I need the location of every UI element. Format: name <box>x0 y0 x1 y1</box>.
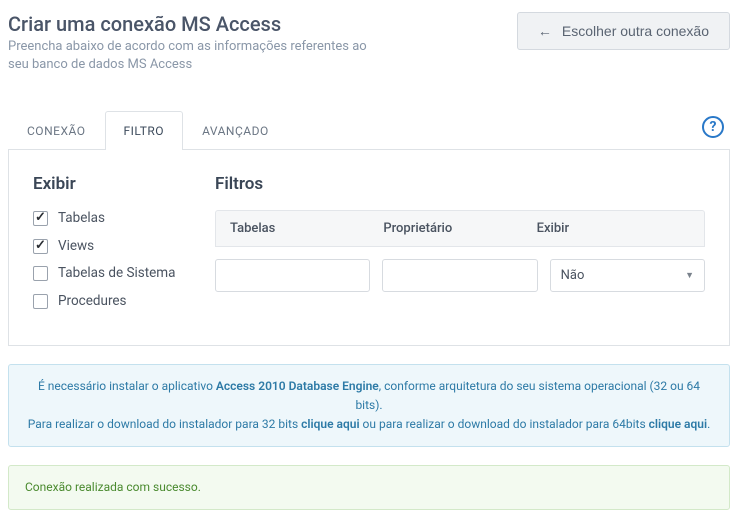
header-text-block: Criar uma conexão MS Access Preencha aba… <box>8 12 388 74</box>
page-header: Criar uma conexão MS Access Preencha aba… <box>8 8 730 82</box>
filtros-title: Filtros <box>215 174 705 194</box>
chevron-down-icon: ▼ <box>685 270 694 281</box>
info-alert: É necessário instalar o aplicativo Acces… <box>8 364 730 448</box>
col-header-proprietario: Proprietário <box>383 221 536 236</box>
checkbox-label: Tabelas <box>58 210 105 228</box>
info-line2-pre: Para realizar o download do instalador p… <box>28 417 301 431</box>
exibir-column: Exibir Tabelas Views Tabelas de Sistema … <box>33 174 183 320</box>
col-header-exibir: Exibir <box>537 221 690 236</box>
tabs: CONEXÃO FILTRO AVANÇADO ? <box>8 110 730 150</box>
exibir-select[interactable]: Não ▼ <box>550 259 705 292</box>
choose-other-label: Escolher outra conexão <box>562 23 709 39</box>
info-text-pre: É necessário instalar o aplicativo <box>38 379 216 393</box>
filter-panel: Exibir Tabelas Views Tabelas de Sistema … <box>8 150 730 345</box>
checkbox-procedures[interactable]: Procedures <box>33 293 183 311</box>
info-text-bold: Access 2010 Database Engine <box>216 379 379 393</box>
checkbox-label: Procedures <box>58 293 127 311</box>
arrow-left-icon: ← <box>538 23 552 39</box>
success-text: Conexão realizada com sucesso. <box>25 480 201 494</box>
download-32bit-link[interactable]: clique aqui <box>301 417 359 431</box>
page-subtitle: Preencha abaixo de acordo com as informa… <box>8 38 388 74</box>
info-line2-end: . <box>707 417 710 431</box>
checkbox-label: Tabelas de Sistema <box>58 265 175 283</box>
checkbox-tabelas-sistema[interactable]: Tabelas de Sistema <box>33 265 183 283</box>
download-64bit-link[interactable]: clique aqui <box>649 417 707 431</box>
info-text-post: , conforme arquitetura do seu sistema op… <box>355 379 700 412</box>
checkbox-views[interactable]: Views <box>33 238 183 256</box>
tabelas-input[interactable] <box>215 259 370 292</box>
col-header-tabelas: Tabelas <box>230 221 383 236</box>
info-line2-mid: ou para realizar o download do instalado… <box>360 417 649 431</box>
filter-table-row: Não ▼ <box>215 247 705 296</box>
checkbox-icon <box>33 266 48 281</box>
exibir-title: Exibir <box>33 174 183 194</box>
page-title: Criar uma conexão MS Access <box>8 12 388 36</box>
exibir-select-value: Não <box>561 268 585 283</box>
help-icon[interactable]: ? <box>702 116 724 138</box>
checkbox-tabelas[interactable]: Tabelas <box>33 210 183 228</box>
success-alert: Conexão realizada com sucesso. <box>8 465 730 510</box>
choose-other-connection-button[interactable]: ← Escolher outra conexão <box>517 12 730 50</box>
filtros-column: Filtros Tabelas Proprietário Exibir Não … <box>215 174 705 320</box>
proprietario-input[interactable] <box>382 259 537 292</box>
checkbox-icon <box>33 294 48 309</box>
tab-conexao[interactable]: CONEXÃO <box>8 111 105 150</box>
tab-avancado[interactable]: AVANÇADO <box>183 111 288 150</box>
checkbox-label: Views <box>58 238 94 256</box>
checkbox-icon <box>33 239 48 254</box>
checkbox-icon <box>33 211 48 226</box>
tab-filtro[interactable]: FILTRO <box>105 111 184 150</box>
filter-table-header: Tabelas Proprietário Exibir <box>215 210 705 247</box>
